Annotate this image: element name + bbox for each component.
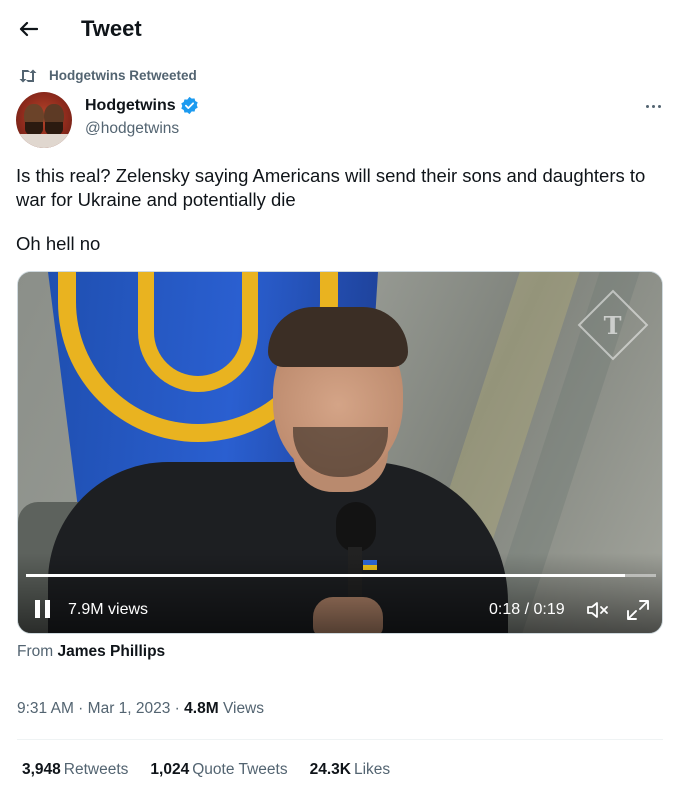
retweet-label: Hodgetwins Retweeted [49, 68, 197, 83]
pause-button[interactable] [35, 600, 55, 620]
likes-count: 24.3K [309, 761, 351, 778]
top-header: Tweet [0, 0, 685, 58]
author-handle[interactable]: @hodgetwins [85, 120, 179, 138]
from-prefix: From [17, 643, 54, 660]
tweet-meta: 9:31 AM · Mar 1, 2023 · 4.8M Views [17, 700, 265, 717]
expand-icon [627, 600, 649, 620]
tweet-text: Is this real? Zelensky saying Americans … [16, 165, 646, 210]
retweet-icon [19, 69, 37, 82]
divider [17, 739, 663, 740]
source-name-link[interactable]: James Phillips [57, 643, 165, 660]
microphone-image [336, 502, 376, 552]
retweets-label: Retweets [63, 761, 129, 778]
views-count: 4.8M [184, 700, 219, 717]
tweet-time[interactable]: 9:31 AM [17, 700, 74, 717]
author-name-text: Hodgetwins [85, 96, 176, 114]
likes-stat[interactable]: 24.3K Likes [310, 761, 391, 779]
video-player[interactable]: T 7.9M views 0:18 / 0:19 [17, 271, 663, 634]
author-name[interactable]: Hodgetwins [85, 96, 199, 115]
more-icon [645, 104, 649, 108]
quote-tweets-stat[interactable]: 1,024 Quote Tweets [150, 761, 287, 779]
verified-badge-icon [180, 96, 198, 115]
video-progress-bar[interactable] [26, 574, 656, 577]
pause-icon [35, 600, 40, 618]
retweets-count: 3,948 [22, 761, 61, 778]
video-source: From James Phillips [17, 643, 165, 661]
fullscreen-button[interactable] [626, 599, 650, 621]
likes-label: Likes [353, 761, 391, 778]
video-time: 0:18 / 0:19 [489, 601, 565, 618]
tweet-date[interactable]: Mar 1, 2023 [88, 700, 171, 717]
views-label: Views [222, 700, 265, 717]
video-progress-fill [26, 574, 625, 577]
tweet-stats: 3,948 Retweets 1,024 Quote Tweets 24.3K Lik… [22, 761, 412, 779]
page-title: Tweet [81, 16, 142, 41]
quotes-label: Quote Tweets [192, 761, 288, 778]
more-options-button[interactable] [640, 96, 666, 116]
retweets-stat[interactable]: 3,948 Retweets [22, 761, 128, 779]
back-button[interactable] [14, 15, 42, 43]
video-views: 7.9M views [68, 601, 149, 618]
mute-button[interactable] [586, 600, 610, 620]
mute-icon [587, 602, 608, 618]
quotes-count: 1,024 [150, 761, 190, 778]
back-arrow-icon [19, 21, 38, 37]
avatar[interactable] [16, 92, 72, 148]
tweet-text-2: Oh hell no [16, 233, 101, 254]
retweet-context[interactable]: Hodgetwins Retweeted [19, 68, 197, 83]
